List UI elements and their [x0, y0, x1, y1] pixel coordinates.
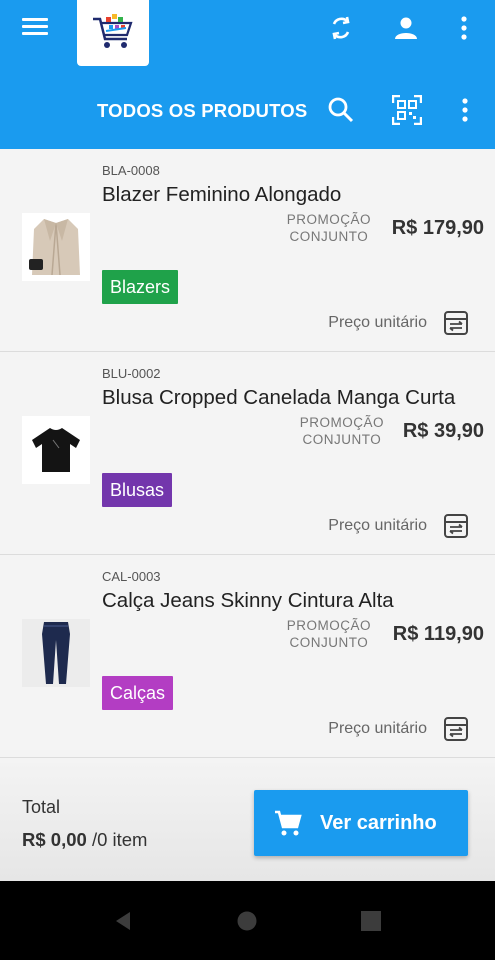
product-sku: BLU-0002 [102, 366, 161, 381]
menu-icon-line [22, 18, 48, 21]
jeans-image-icon [42, 622, 70, 684]
promo-line: PROMOÇÃO [286, 212, 371, 227]
promo-line: CONJUNTO [289, 229, 369, 244]
product-name: Blazer Feminino Alongado [102, 183, 342, 206]
unit-price-label: Preço unitário [328, 314, 427, 331]
promo-label: PROMOÇÃO CONJUNTO [300, 414, 384, 448]
product-list: BLA-0008 Blazer Feminino Alongado PROMOÇ… [0, 149, 495, 758]
more-options-icon[interactable] [448, 93, 482, 127]
view-cart-button[interactable]: Ver carrinho [254, 790, 468, 856]
product-name: Blusa Cropped Canelada Manga Curta [102, 386, 456, 409]
product-card[interactable]: BLU-0002 Blusa Cropped Canelada Manga Cu… [0, 352, 495, 555]
system-nav-bar [0, 881, 495, 960]
more-options-icon[interactable] [448, 12, 480, 44]
user-icon[interactable] [390, 12, 422, 44]
menu-icon-line [22, 25, 48, 28]
product-price: R$ 119,90 [392, 623, 484, 645]
total-amount: R$ 0,00 [22, 829, 87, 850]
price-table-icon[interactable] [442, 715, 470, 743]
qr-code-icon[interactable] [390, 93, 424, 127]
search-icon[interactable] [324, 93, 358, 127]
section-title: TODOS OS PRODUTOS [97, 100, 308, 121]
view-cart-label: Ver carrinho [320, 811, 437, 834]
shopping-cart-logo-icon [93, 14, 133, 48]
price-table-icon[interactable] [442, 512, 470, 540]
home-icon[interactable] [227, 901, 267, 941]
product-image [22, 416, 90, 484]
promo-line: CONJUNTO [302, 432, 382, 447]
app-logo[interactable] [77, 0, 149, 66]
category-badge: Blusas [102, 473, 173, 507]
product-image [22, 213, 90, 281]
product-price: R$ 179,90 [391, 217, 484, 239]
blazer-image-icon [29, 219, 80, 276]
promo-label: PROMOÇÃO CONJUNTO [287, 617, 371, 651]
price-table-icon[interactable] [442, 309, 470, 337]
product-name: Calça Jeans Skinny Cintura Alta [102, 589, 394, 612]
product-card[interactable]: BLA-0008 Blazer Feminino Alongado PROMOÇ… [0, 149, 495, 352]
promo-line: CONJUNTO [289, 635, 369, 650]
recents-icon[interactable] [351, 901, 391, 941]
category-badge: Calças [102, 676, 174, 710]
total-value: R$ 0,00 /0 item [22, 829, 147, 851]
promo-label: PROMOÇÃO CONJUNTO [287, 211, 371, 245]
product-sku: BLA-0008 [102, 163, 160, 178]
product-sku: CAL-0003 [102, 569, 161, 584]
category-badge: Blazers [102, 270, 179, 304]
total-items: /0 item [91, 829, 148, 850]
promo-line: PROMOÇÃO [286, 618, 371, 633]
unit-price-label: Preço unitário [328, 517, 427, 534]
menu-button[interactable] [22, 14, 58, 44]
product-image [22, 619, 90, 687]
product-price: R$ 39,90 [402, 420, 484, 442]
app-bar [0, 0, 495, 72]
promo-line: PROMOÇÃO [299, 415, 384, 430]
total-label: Total [22, 797, 61, 817]
unit-price-label: Preço unitário [328, 720, 427, 737]
product-card[interactable]: CAL-0003 Calça Jeans Skinny Cintura Alta… [0, 555, 495, 758]
back-icon[interactable] [103, 901, 143, 941]
blouse-image-icon [32, 428, 80, 472]
sync-icon[interactable] [325, 12, 357, 44]
menu-icon-line [22, 32, 48, 35]
cart-icon [275, 810, 302, 836]
